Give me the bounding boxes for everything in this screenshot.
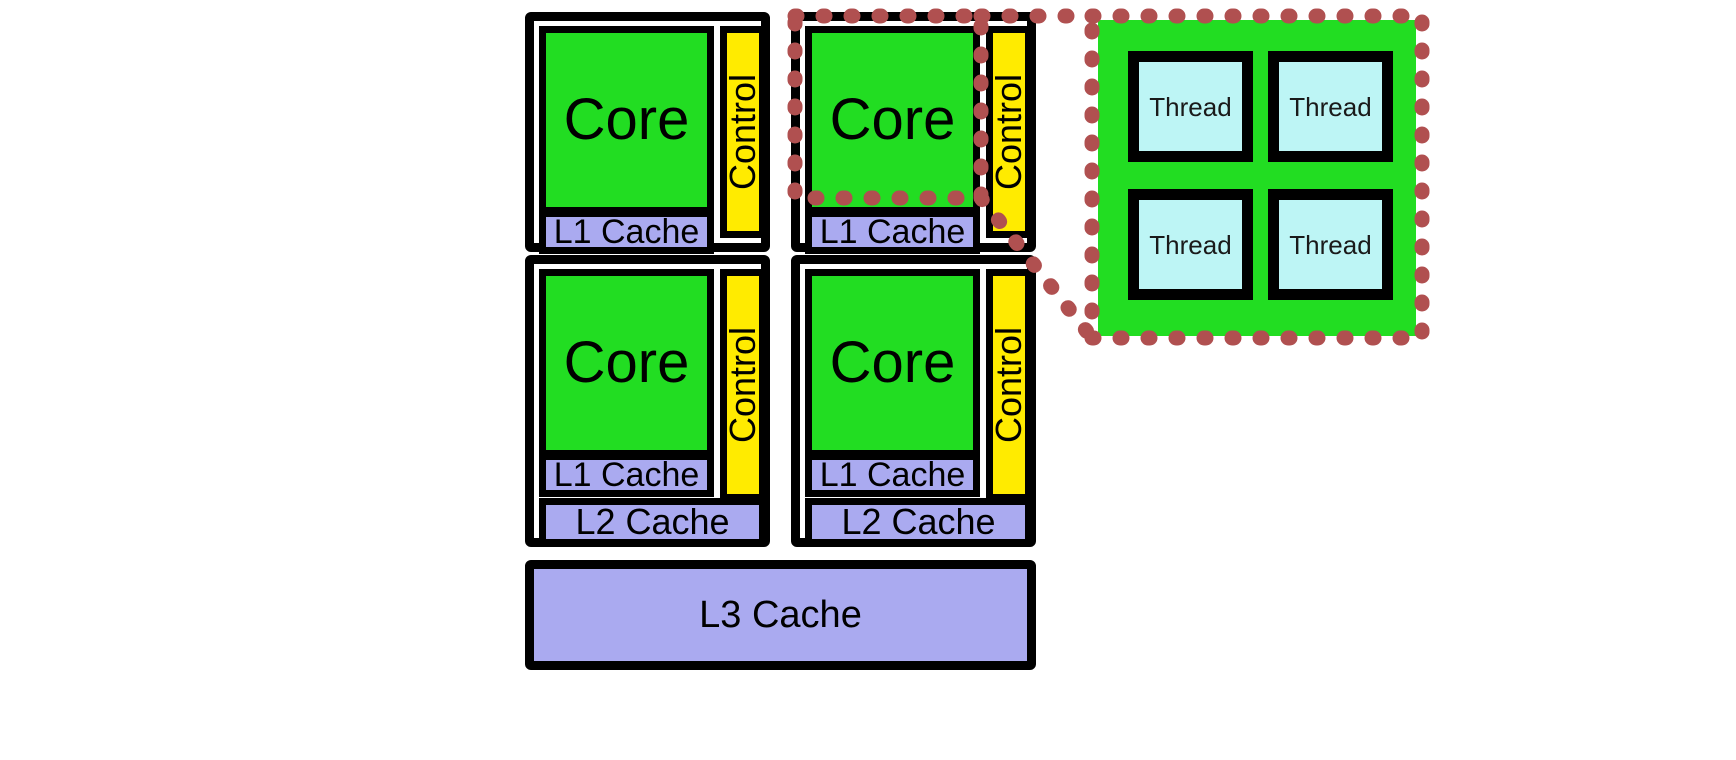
control-block-bottom-right: Control <box>986 269 1032 501</box>
control-block-top-right: Control <box>986 26 1032 238</box>
l1-cache-label: L1 Cache <box>553 456 700 494</box>
control-label: Control <box>988 73 1029 191</box>
thread-label: Thread <box>1289 229 1372 260</box>
l1-cache-bottom-left: L1 Cache <box>539 453 714 497</box>
control-block-bottom-left: Control <box>720 269 766 501</box>
core-block-bottom-left: Core <box>539 269 714 457</box>
core-block-top-right: Core <box>805 26 980 214</box>
thread-box-1: Thread <box>1128 51 1253 162</box>
thread-box-4: Thread <box>1268 189 1393 300</box>
l1-cache-label: L1 Cache <box>553 213 700 251</box>
core-label: Core <box>829 87 956 152</box>
l2-cache-bottom-right: L2 Cache <box>805 498 1032 546</box>
thread-box-3: Thread <box>1128 189 1253 300</box>
l1-cache-top-right: L1 Cache <box>805 210 980 254</box>
l3-cache-label: L3 Cache <box>699 594 862 636</box>
thread-label: Thread <box>1149 91 1232 122</box>
core-block-top-left: Core <box>539 26 714 214</box>
l1-cache-label: L1 Cache <box>819 213 966 251</box>
control-label: Control <box>988 326 1029 444</box>
l2-cache-bottom-left: L2 Cache <box>539 498 766 546</box>
control-label: Control <box>722 73 763 191</box>
thread-box-2: Thread <box>1268 51 1393 162</box>
thread-label: Thread <box>1289 91 1372 122</box>
core-label: Core <box>829 330 956 395</box>
thread-label: Thread <box>1149 229 1232 260</box>
l1-cache-bottom-right: L1 Cache <box>805 453 980 497</box>
core-group-top-right: Core Control L1 Cache <box>791 12 1036 254</box>
core-group-bottom-right: Core Control L1 Cache L2 Cache <box>791 255 1036 547</box>
control-label: Control <box>722 326 763 444</box>
l1-cache-label: L1 Cache <box>819 456 966 494</box>
core-block-bottom-right: Core <box>805 269 980 457</box>
thread-detail-panel: Thread Thread Thread Thread <box>1098 20 1416 336</box>
l3-cache-block: L3 Cache <box>525 560 1036 670</box>
core-group-bottom-left: Core Control L1 Cache L2 Cache <box>525 255 770 547</box>
l1-cache-top-left: L1 Cache <box>539 210 714 254</box>
core-label: Core <box>563 330 690 395</box>
l2-cache-label: L2 Cache <box>575 501 730 542</box>
control-block-top-left: Control <box>720 26 766 238</box>
l2-cache-label: L2 Cache <box>841 501 996 542</box>
core-group-top-left: Core Control L1 Cache <box>525 12 770 254</box>
cpu-architecture-diagram: Core Control L1 Cache Core Control L1 Ca… <box>0 0 1736 760</box>
core-label: Core <box>563 87 690 152</box>
